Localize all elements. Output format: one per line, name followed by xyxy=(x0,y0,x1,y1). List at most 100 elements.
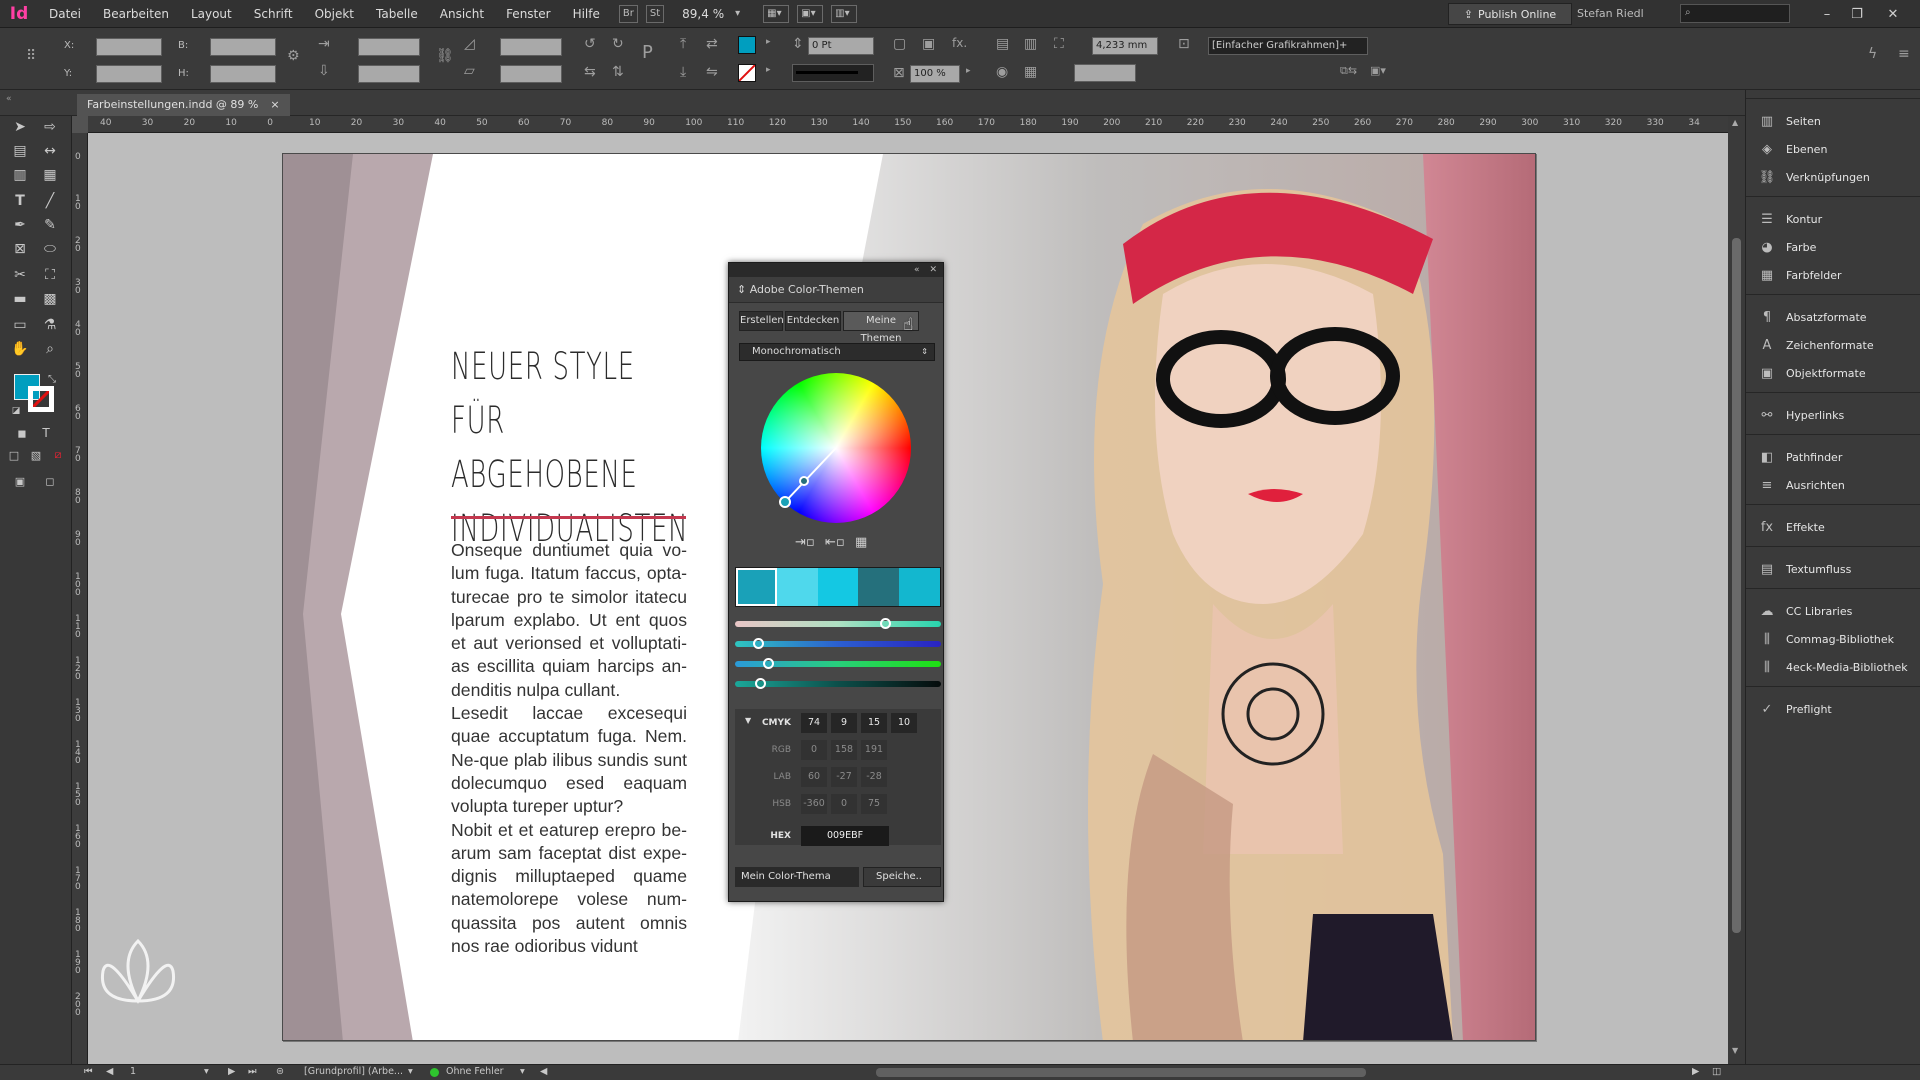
panel-item-hyperlinks[interactable]: ⚯ Hyperlinks xyxy=(1746,402,1920,428)
color-value-field[interactable]: -28 xyxy=(861,767,887,787)
save-theme-button[interactable]: Speiche.. xyxy=(863,867,941,887)
gradient-tool-icon[interactable]: ▬ xyxy=(8,288,32,310)
formatting-container-icon[interactable]: ◼ xyxy=(10,422,34,444)
hex-field[interactable]: 009EBF xyxy=(801,826,889,846)
stroke-none-swatch[interactable] xyxy=(738,64,756,82)
user-name[interactable]: Stefan Riedl xyxy=(1577,0,1644,28)
close-icon[interactable]: × xyxy=(270,94,279,116)
scroll-right-icon[interactable]: ▶ xyxy=(1692,1066,1699,1077)
color-value-field[interactable]: 60 xyxy=(801,767,827,787)
flip-vertical-icon[interactable]: ⇅ xyxy=(612,64,624,80)
rotate-cw-icon[interactable]: ↻ xyxy=(612,36,624,52)
page-number[interactable]: 1 xyxy=(130,1066,136,1077)
slider-knob[interactable] xyxy=(762,658,774,669)
color-slider[interactable] xyxy=(735,678,941,689)
line-tool-icon[interactable]: ╱ xyxy=(38,190,62,212)
color-wheel-handles[interactable] xyxy=(761,373,911,523)
chevron-down-icon[interactable]: ▾ xyxy=(732,5,743,23)
rotation-field[interactable] xyxy=(500,38,562,56)
vertical-scrollbar[interactable]: ▲ ▼ xyxy=(1728,116,1745,1064)
scale-x-field[interactable] xyxy=(358,38,420,56)
slider-knob[interactable] xyxy=(752,638,764,649)
gap-tool-icon[interactable]: ↔ xyxy=(38,140,62,162)
x-field[interactable] xyxy=(96,38,162,56)
headline[interactable]: NEUER STYLE FÜR ABGEHOBENE INDIVIDUALIST… xyxy=(451,340,687,556)
preflight-profile[interactable]: [Grundprofil] (Arbe... xyxy=(304,1066,403,1077)
color-mode-label[interactable]: CMYK xyxy=(741,718,791,728)
width-field[interactable] xyxy=(210,38,276,56)
chevron-right-icon[interactable]: ▸ xyxy=(766,37,771,47)
scroll-up-icon[interactable]: ▲ xyxy=(1732,118,1738,127)
height-field[interactable] xyxy=(210,65,276,83)
tab-entdecken[interactable]: Entdecken xyxy=(785,311,841,331)
color-value-field[interactable]: 0 xyxy=(831,794,857,814)
color-value-field[interactable]: 75 xyxy=(861,794,887,814)
auto-fit-icon[interactable]: ⛶ xyxy=(1054,36,1064,52)
close-panel-icon[interactable]: ✕ xyxy=(929,263,937,277)
chevron-right-icon[interactable]: ▸ xyxy=(766,65,771,75)
color-mode-label[interactable]: RGB xyxy=(741,745,791,755)
close-window-icon[interactable]: ✕ xyxy=(1878,0,1908,28)
horizontal-scroll-thumb[interactable] xyxy=(876,1068,1366,1077)
type-tool-icon[interactable]: T xyxy=(8,190,32,212)
text-frame-options-icon[interactable]: ▦ xyxy=(1024,64,1037,80)
color-value-field[interactable]: 158 xyxy=(831,740,857,760)
color-value-field[interactable]: -360 xyxy=(801,794,827,814)
arrange-documents-icon[interactable]: ▥▾ xyxy=(831,4,858,23)
panel-item-farbfelder[interactable]: ▦ Farbfelder xyxy=(1746,262,1920,288)
panel-item-verknüpfungen[interactable]: ⛓ Verknüpfungen xyxy=(1746,164,1920,190)
color-value-field[interactable]: 10 xyxy=(891,713,917,733)
rectangle-frame-tool-icon[interactable]: ⊠ xyxy=(8,238,32,260)
restore-icon[interactable]: ❐ xyxy=(1842,0,1872,28)
panel-item-ebenen[interactable]: ◈ Ebenen xyxy=(1746,136,1920,162)
color-mode-label[interactable]: HSB xyxy=(741,799,791,809)
apply-color-icon[interactable]: □ xyxy=(2,444,26,466)
fitting-offset-field[interactable]: 4,233 mm xyxy=(1092,37,1158,55)
color-slider[interactable] xyxy=(735,638,941,649)
panel-menu-icon[interactable]: ≡ xyxy=(1898,46,1910,62)
drop-shadow-icon[interactable]: ▣ xyxy=(922,36,935,52)
select-next-icon[interactable]: ⇋ xyxy=(706,64,718,80)
first-page-icon[interactable]: ⏮ xyxy=(84,1066,93,1077)
menu-schrift[interactable]: Schrift xyxy=(243,0,304,28)
panel-title-tab[interactable]: ⇕ Adobe Color-Themen xyxy=(729,277,943,303)
color-slider[interactable] xyxy=(735,618,941,629)
note-tool-icon[interactable]: ▭ xyxy=(8,314,32,336)
select-container-icon[interactable]: ⤒ xyxy=(680,36,686,52)
default-colors-icon[interactable]: ◪ xyxy=(4,400,28,422)
color-value-field[interactable]: 0 xyxy=(801,740,827,760)
normal-view-icon[interactable]: ▣ xyxy=(8,470,32,492)
apply-gradient-icon[interactable]: ▧ xyxy=(24,444,48,466)
center-content-icon[interactable]: ◉ xyxy=(996,64,1008,80)
theme-swatch[interactable] xyxy=(899,568,940,606)
fx-icon[interactable]: fx. xyxy=(952,36,967,50)
document-tab[interactable]: Farbeinstellungen.indd @ 89 % × xyxy=(77,94,290,116)
eyedropper-tool-icon[interactable]: ⚗ xyxy=(38,314,62,336)
body-text-frame[interactable]: Onseque duntiumet quia vo-lum fuga. Itat… xyxy=(451,539,687,958)
zoom-level[interactable]: 89,4 % xyxy=(682,7,724,21)
scroll-down-icon[interactable]: ▼ xyxy=(1732,1046,1738,1055)
panel-item-kontur[interactable]: ☰ Kontur xyxy=(1746,206,1920,232)
y-field[interactable] xyxy=(96,65,162,83)
error-status[interactable]: Ohne Fehler xyxy=(446,1066,504,1077)
preview-mode-icon[interactable]: ◻ xyxy=(38,470,62,492)
scale-y-field[interactable] xyxy=(358,65,420,83)
panel-item-4eck-media-bibliothek[interactable]: ⫼ 4eck-Media-Bibliothek xyxy=(1746,654,1920,680)
color-value-field[interactable]: -27 xyxy=(831,767,857,787)
panel-item-ausrichten[interactable]: ≡ Ausrichten xyxy=(1746,472,1920,498)
panel-item-cc-libraries[interactable]: ☁ CC Libraries xyxy=(1746,598,1920,624)
theme-swatch[interactable] xyxy=(776,568,818,606)
collapse-toolbox-icon[interactable]: « xyxy=(6,94,12,104)
panel-item-commag-bibliothek[interactable]: ⫼ Commag-Bibliothek xyxy=(1746,626,1920,652)
menu-hilfe[interactable]: Hilfe xyxy=(562,0,611,28)
select-content-icon[interactable]: ⤓ xyxy=(680,64,686,80)
selection-tool-icon[interactable]: ➤ xyxy=(8,116,32,138)
apply-none-icon[interactable]: ⧄ xyxy=(46,444,70,466)
reference-point-icon[interactable]: ⠿ xyxy=(26,48,36,64)
bridge-button[interactable]: Br xyxy=(618,4,638,23)
theme-swatch[interactable] xyxy=(858,568,900,606)
scroll-left-icon[interactable]: ◀ xyxy=(540,1066,547,1077)
panel-item-absatzformate[interactable]: ¶ Absatzformate xyxy=(1746,304,1920,330)
fit-content-icon[interactable]: ▤ xyxy=(996,36,1009,52)
theme-name-input[interactable]: Mein Color-Thema xyxy=(735,867,859,887)
